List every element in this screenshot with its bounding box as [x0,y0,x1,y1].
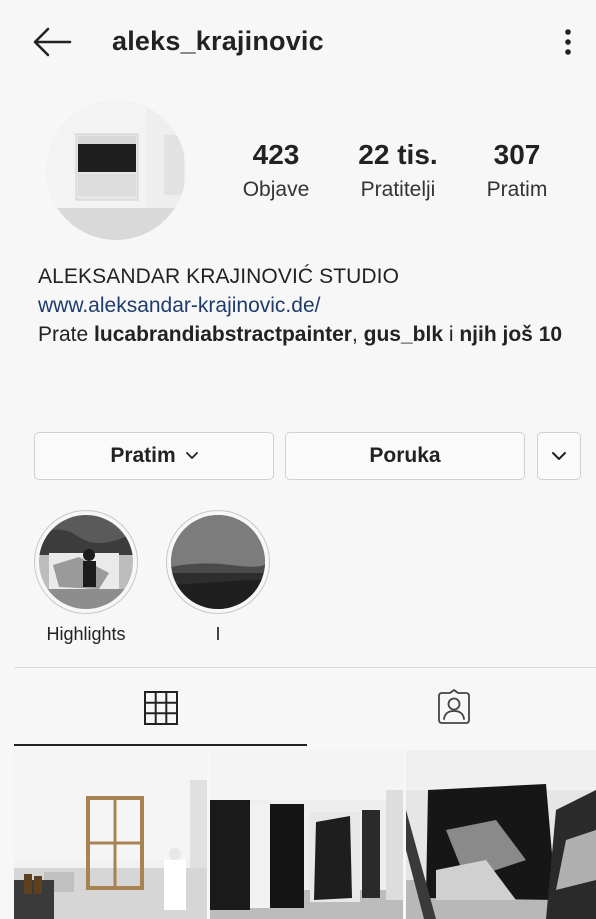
followed-by-user-1: lucabrandiabstractpainter [94,323,352,346]
followed-by-conjunction: i [448,323,454,346]
active-tab-indicator [14,744,307,746]
following-count-label: Pratim [486,178,548,201]
chevron-down-icon [552,452,566,460]
followers-count-label: Pratitelji [360,178,436,201]
highlight-cover-image [39,515,133,609]
post-thumbnail[interactable] [210,750,403,919]
followed-by-others: njih još 10 [459,323,563,346]
followed-by-user-2: gus_blk [363,323,443,346]
message-button-label: Poruka [369,444,441,467]
message-button[interactable]: Poruka [285,432,525,480]
posts-count-value: 423 [252,139,300,170]
followed-by-prefix: Prate [38,323,89,346]
post-thumbnail[interactable] [406,750,596,919]
posts-count[interactable]: 423 Objave [232,138,320,204]
followed-by-text[interactable]: Prate lucabrandiabstractpainter, gus_blk… [38,323,562,346]
following-button[interactable]: Pratim [34,432,274,480]
profile-avatar[interactable] [46,100,186,240]
suggested-accounts-button[interactable] [537,432,581,480]
followed-by-comma: , [351,323,358,346]
highlight-item[interactable]: I [166,510,270,645]
highlight-label: Highlights [46,624,126,644]
more-vertical-icon [565,29,571,55]
tab-posts-grid[interactable] [14,668,307,748]
highlight-item[interactable]: Highlights [34,510,138,645]
profile-bio: ALEKSANDAR KRAJINOVIĆ STUDIO www.aleksan… [38,262,568,349]
back-button[interactable] [30,24,74,60]
following-count[interactable]: 307 Pratim [472,138,562,204]
profile-username: aleks_krajinovic [112,26,324,56]
highlight-ring [166,510,270,614]
chevron-down-icon [185,452,198,460]
grid-icon [143,691,178,725]
highlight-ring [34,510,138,614]
followers-count-value: 22 tis. [358,139,438,170]
tab-tagged-posts[interactable] [307,668,596,748]
more-options-button[interactable] [556,24,580,60]
post-thumbnail[interactable] [14,750,207,919]
followers-count[interactable]: 22 tis. Pratitelji [342,138,454,204]
following-button-label: Pratim [110,444,176,467]
profile-website-link[interactable]: www.aleksandar-krajinovic.de/ [38,291,568,320]
highlight-label: I [215,624,221,644]
tagged-person-icon [437,689,470,724]
profile-header: aleks_krajinovic [0,0,596,86]
highlight-cover-image [171,515,265,609]
arrow-left-icon [33,27,72,57]
posts-count-label: Objave [242,178,310,201]
profile-full-name: ALEKSANDAR KRAJINOVIĆ STUDIO [38,265,400,288]
following-count-value: 307 [493,139,541,170]
